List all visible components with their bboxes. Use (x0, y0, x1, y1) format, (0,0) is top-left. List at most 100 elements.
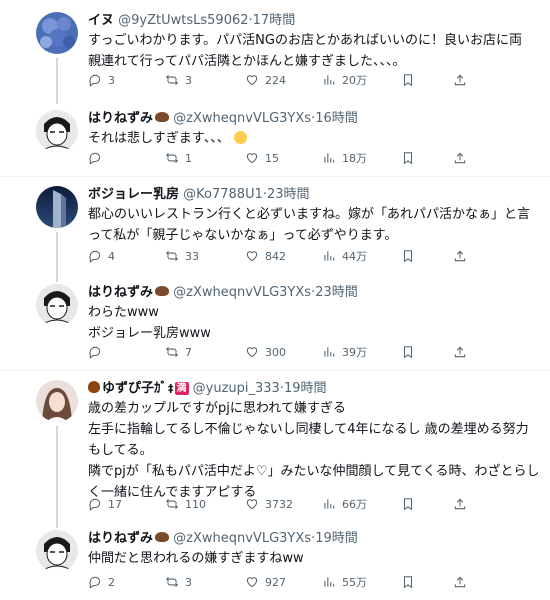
share-icon (454, 576, 466, 588)
bar-chart-icon (324, 577, 335, 587)
view-count: 18万 (342, 152, 367, 165)
reply-count: 4 (108, 249, 115, 263)
bar-chart-icon (324, 499, 335, 509)
author-handle[interactable]: @zXwheqnvVLG3YXs (173, 285, 311, 300)
post-time[interactable]: 16時間 (315, 111, 358, 126)
bookmark-button[interactable] (401, 574, 415, 590)
bookmark-button[interactable] (401, 248, 415, 264)
manga-character-avatar[interactable] (36, 530, 78, 572)
tweet-line: 都心のいいレストラン行くと必ずいますね。嫁が「あれパパ活かなぁ」と言 (88, 207, 531, 222)
heart-icon (246, 153, 258, 164)
action-bar: 17 110 3732 66万 (88, 496, 468, 512)
views-button[interactable]: 18万 (322, 150, 367, 166)
reply-count: 3 (108, 73, 115, 87)
author-handle[interactable]: @yuzupi_333 (193, 381, 280, 396)
bookmark-icon (403, 498, 413, 511)
share-icon (454, 74, 466, 86)
share-button[interactable] (453, 150, 467, 166)
hedgehog-icon (155, 112, 170, 122)
hydrangea-avatar[interactable] (36, 12, 78, 54)
bookmark-button[interactable] (401, 72, 415, 88)
reply-icon (89, 74, 101, 87)
views-button[interactable]: 20万 (322, 72, 367, 88)
bar-chart-icon (324, 153, 335, 163)
tweet-text: 都心のいいレストラン行くと必ずいますね。嫁が「あれパパ活かなぁ」と言 って私が「… (88, 204, 531, 246)
author-name[interactable]: はりねずみ (88, 285, 153, 300)
share-button[interactable] (453, 248, 467, 264)
heart-icon (246, 75, 258, 86)
share-button[interactable] (453, 72, 467, 88)
tweet-line: それは悲しすぎます、、、 (88, 131, 230, 146)
crying-face-icon (233, 131, 247, 144)
post-time[interactable]: 23時間 (267, 187, 310, 202)
reply-button[interactable]: 3 (88, 72, 115, 88)
like-button[interactable]: 3732 (245, 496, 293, 512)
repost-button[interactable]: 3 (165, 574, 192, 590)
like-count: 927 (265, 575, 286, 589)
bookmark-button[interactable] (401, 496, 415, 512)
reply-button[interactable]: 4 (88, 248, 115, 264)
like-button[interactable]: 927 (245, 574, 286, 590)
like-button[interactable]: 300 (245, 344, 286, 360)
share-button[interactable] (453, 496, 467, 512)
thread-line (56, 232, 58, 282)
views-button[interactable]: 44万 (322, 248, 367, 264)
reply-icon (89, 576, 101, 589)
author-handle[interactable]: @Ko7788U1 (183, 187, 263, 202)
author-name[interactable]: はりねずみ (88, 531, 153, 546)
views-button[interactable]: 39万 (322, 344, 367, 360)
tweet-line: もしてる。 (88, 443, 153, 458)
bookmark-button[interactable] (401, 344, 415, 360)
author-name[interactable]: はりねずみ (88, 111, 153, 126)
like-button[interactable]: 224 (245, 72, 286, 88)
manga-character-avatar[interactable] (36, 110, 78, 152)
reply-count: 2 (108, 575, 115, 589)
view-count: 44万 (342, 250, 367, 263)
reply-button[interactable] (88, 344, 108, 360)
like-button[interactable]: 842 (245, 248, 286, 264)
views-button[interactable]: 66万 (322, 496, 367, 512)
like-count: 15 (265, 151, 279, 165)
author-handle[interactable]: @9yZtUwtsLs59062 (118, 13, 248, 28)
author-name[interactable]: ボジョレー乳房 (88, 187, 179, 202)
like-count: 300 (265, 345, 286, 359)
bar-chart-icon (324, 75, 335, 85)
skyscraper-avatar[interactable] (36, 186, 78, 228)
repost-icon (166, 152, 178, 164)
post-time[interactable]: 17時間 (253, 13, 296, 28)
post-time[interactable]: 19時間 (284, 381, 327, 396)
bookmark-button[interactable] (401, 150, 415, 166)
manga-character-avatar[interactable] (36, 284, 78, 326)
author-handle[interactable]: @zXwheqnvVLG3YXs (173, 531, 311, 546)
heart-icon (246, 577, 258, 588)
repost-button[interactable]: 7 (165, 344, 192, 360)
reply-button[interactable]: 2 (88, 574, 115, 590)
tweet-text: 歳の差カップルですがpjに思われて嫌すぎる 左手に指輪してるし不倫じゃないし同棲… (88, 398, 539, 503)
repost-button[interactable]: 110 (165, 496, 206, 512)
repost-button[interactable]: 1 (165, 150, 192, 166)
share-button[interactable] (453, 574, 467, 590)
repost-count: 1 (185, 151, 192, 165)
post-time[interactable]: 23時間 (315, 285, 358, 300)
views-button[interactable]: 55万 (322, 574, 367, 590)
like-count: 842 (265, 249, 286, 263)
author-name[interactable]: イヌ (88, 13, 114, 28)
repost-button[interactable]: 3 (165, 72, 192, 88)
repost-button[interactable]: 33 (165, 248, 199, 264)
bookmark-icon (403, 152, 413, 165)
bookmark-icon (403, 250, 413, 263)
woman-photo-avatar[interactable] (36, 380, 78, 422)
author-handle[interactable]: @zXwheqnvVLG3YXs (173, 111, 311, 126)
tweet-line: 左手に指輪してるし不倫じゃないし同棲して4年になるし 歳の差埋める努力 (88, 422, 529, 437)
like-count: 3732 (265, 497, 293, 511)
author-name[interactable]: ゆずぴ子ｶﾞ‡ 満 (88, 381, 189, 396)
post-time[interactable]: 19時間 (315, 531, 358, 546)
reply-button[interactable]: 17 (88, 496, 122, 512)
heart-icon (246, 251, 258, 262)
thread-line (56, 426, 58, 528)
share-button[interactable] (453, 344, 467, 360)
action-bar: 2 3 927 55万 (88, 574, 468, 590)
reply-button[interactable] (88, 150, 108, 166)
like-button[interactable]: 15 (245, 150, 279, 166)
tweet-line: すっごいわかります。パパ活NGのお店とかあればいいのに！良いお店に両 (88, 33, 522, 48)
